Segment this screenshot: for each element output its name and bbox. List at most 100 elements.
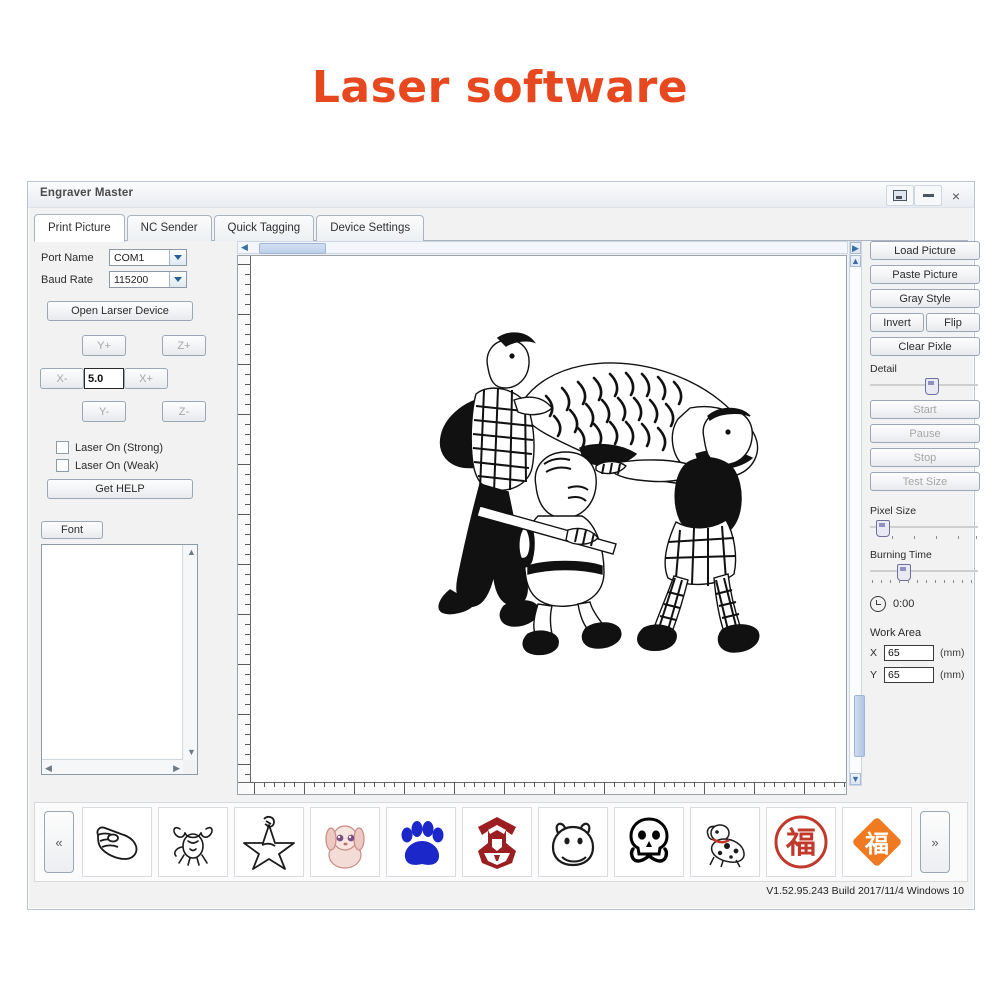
work-area-label: Work Area [870, 627, 922, 639]
chevron-down-icon[interactable]: ▼ [187, 748, 196, 757]
burning-time-slider[interactable] [870, 564, 978, 581]
autobot-logo-thumbnail[interactable] [462, 807, 532, 877]
invert-flip-row: Invert Flip [870, 313, 980, 332]
scrollbar-corner [183, 760, 197, 774]
work-area-x-axis-label: X [870, 647, 878, 659]
laser-weak-checkbox[interactable] [56, 459, 69, 472]
bull-sketch-thumbnail[interactable] [158, 807, 228, 877]
test-size-button[interactable]: Test Size [870, 472, 980, 491]
canvas-horizontal-scrollbar[interactable]: ◀ [237, 241, 848, 254]
svg-text:福: 福 [785, 826, 816, 861]
baud-rate-label: Baud Rate [41, 273, 93, 286]
baud-rate-select[interactable]: 115200 [109, 271, 187, 288]
pixel-size-slider[interactable] [870, 520, 978, 537]
vertical-scroll-thumb[interactable] [854, 695, 865, 757]
font-text-area[interactable]: ▲ ▼ ◀ ▶ [41, 544, 198, 775]
jog-y-minus-button[interactable]: Y- [82, 401, 126, 422]
horizontal-ruler [238, 782, 846, 794]
main-content: Port Name COM1 Baud Rate 115200 Open Lar… [34, 241, 980, 841]
svg-text:福: 福 [864, 830, 889, 858]
open-laser-device-button[interactable]: Open Larser Device [47, 301, 193, 321]
close-icon: × [951, 187, 961, 204]
restore-window-button[interactable] [886, 185, 914, 206]
clear-pixel-button[interactable]: Clear Pixle [870, 337, 980, 356]
laser-strong-label: Laser On (Strong) [75, 441, 164, 454]
detail-slider-thumb[interactable] [925, 378, 939, 395]
canvas-region: ◀ ▶ ▲ ▼ [237, 241, 865, 796]
start-button[interactable]: Start [870, 400, 980, 419]
font-button[interactable]: Font [41, 521, 103, 539]
scroll-up-button[interactable]: ▲ [850, 255, 861, 267]
skull-crossbones-thumbnail[interactable] [614, 807, 684, 877]
chevron-up-icon[interactable]: ▲ [187, 548, 196, 557]
previous-thumbnails-button[interactable]: « [44, 811, 74, 873]
pause-button[interactable]: Pause [870, 424, 980, 443]
puppy-girl-thumbnail[interactable] [310, 807, 380, 877]
laser-strong-row[interactable]: Laser On (Strong) [56, 441, 230, 454]
horizontal-scroll-thumb[interactable] [259, 243, 326, 254]
work-area-x-input[interactable]: 65 [884, 645, 934, 661]
tab-device-settings[interactable]: Device Settings [316, 215, 425, 241]
close-window-button[interactable]: × [942, 185, 970, 206]
load-picture-button[interactable]: Load Picture [870, 241, 980, 260]
title-bar: Engraver Master × [28, 182, 974, 208]
fu-seal-round-thumbnail[interactable]: 福 [766, 807, 836, 877]
pointing-hand-thumbnail[interactable] [82, 807, 152, 877]
work-area-y-axis-label: Y [870, 669, 878, 681]
chevron-left-icon[interactable]: ◀ [238, 242, 251, 253]
tab-print-picture[interactable]: Print Picture [34, 214, 125, 242]
jog-step-input[interactable]: 5.0 [84, 368, 124, 389]
next-thumbnails-button[interactable]: » [920, 811, 950, 873]
detail-slider-track [870, 384, 978, 386]
ghost-cow-thumbnail[interactable] [538, 807, 608, 877]
jog-control-pad: Y+ Z+ X- 5.0 X+ Y- Z- [40, 335, 206, 427]
stop-button[interactable]: Stop [870, 448, 980, 467]
chevron-down-icon[interactable] [169, 272, 186, 287]
burning-time-label: Burning Time [870, 549, 932, 561]
picture-canvas[interactable] [237, 255, 847, 795]
detail-slider[interactable] [870, 378, 978, 395]
work-area-y-row: Y 65 (mm) [870, 667, 990, 683]
laser-strong-checkbox[interactable] [56, 441, 69, 454]
device-control-panel: Port Name COM1 Baud Rate 115200 Open Lar… [34, 241, 230, 841]
engraving-artwork[interactable] [428, 316, 773, 676]
laser-weak-row[interactable]: Laser On (Weak) [56, 459, 230, 472]
jog-z-plus-button[interactable]: Z+ [162, 335, 206, 356]
elapsed-time-value: 0:00 [893, 598, 915, 610]
elapsed-time-row: 0:00 [870, 596, 990, 612]
jog-z-minus-button[interactable]: Z- [162, 401, 206, 422]
work-area-y-input[interactable]: 65 [884, 667, 934, 683]
work-area-x-unit: (mm) [940, 647, 965, 659]
tab-strip: Print Picture NC Sender Quick Tagging De… [34, 214, 968, 242]
scroll-right-button[interactable]: ▶ [850, 242, 861, 254]
font-area-vertical-scrollbar[interactable]: ▲ ▼ [182, 545, 197, 760]
burning-time-slider-track [870, 570, 978, 572]
scroll-down-button[interactable]: ▼ [850, 773, 861, 785]
jog-x-minus-button[interactable]: X- [40, 368, 84, 389]
tab-quick-tagging[interactable]: Quick Tagging [213, 215, 315, 241]
invert-button[interactable]: Invert [870, 313, 924, 332]
paw-print-thumbnail[interactable] [386, 807, 456, 877]
fu-diamond-thumbnail[interactable]: 福 [842, 807, 912, 877]
flip-button[interactable]: Flip [926, 313, 980, 332]
jog-y-plus-button[interactable]: Y+ [82, 335, 126, 356]
tab-nc-sender[interactable]: NC Sender [126, 215, 212, 241]
minimize-window-button[interactable] [914, 185, 942, 206]
get-help-button[interactable]: Get HELP [47, 479, 193, 499]
chevron-down-icon[interactable] [169, 250, 186, 265]
gray-style-button[interactable]: Gray Style [870, 289, 980, 308]
port-name-select[interactable]: COM1 [109, 249, 187, 266]
clock-icon [870, 596, 886, 612]
minimize-icon [922, 194, 934, 197]
jog-x-plus-button[interactable]: X+ [124, 368, 168, 389]
paste-picture-button[interactable]: Paste Picture [870, 265, 980, 284]
baud-rate-value: 115200 [114, 274, 149, 286]
restore-icon [893, 190, 907, 201]
font-area-horizontal-scrollbar[interactable]: ◀ ▶ [42, 759, 183, 774]
canvas-vertical-scrollbar[interactable]: ▶ ▲ ▼ [849, 241, 865, 786]
star-sketch-thumbnail[interactable] [234, 807, 304, 877]
chevron-left-icon[interactable]: ◀ [45, 764, 52, 773]
detail-label: Detail [870, 363, 897, 375]
dalmatian-thumbnail[interactable] [690, 807, 760, 877]
chevron-right-icon[interactable]: ▶ [173, 764, 180, 773]
